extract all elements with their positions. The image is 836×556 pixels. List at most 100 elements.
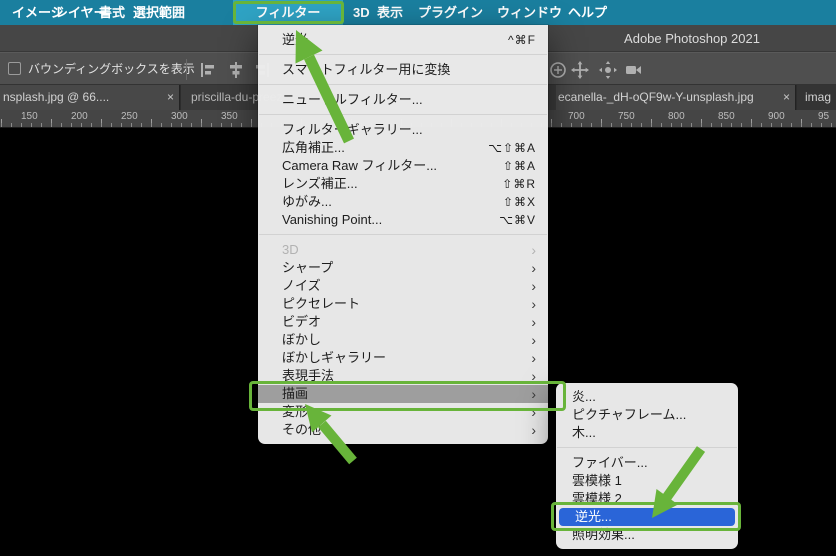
3d-pan-icon[interactable] <box>598 60 618 80</box>
menubar-item[interactable]: 表示 <box>377 0 403 25</box>
annotation-box-filter <box>233 1 344 24</box>
menubar-item[interactable]: 選択範囲 <box>133 0 185 25</box>
menu-item-label: ぼかし <box>282 332 322 347</box>
menubar-item[interactable]: ウィンドウ <box>497 0 562 25</box>
menu-item-shortcut: ⇧⌘A <box>502 159 536 173</box>
menu-item-label: ぼかしギャラリー <box>282 350 387 365</box>
menu-item[interactable]: ぼかし › <box>258 331 548 349</box>
bounding-box-checkbox[interactable] <box>8 62 21 75</box>
menu-item[interactable]: Vanishing Point... ⌥⌘V <box>258 211 548 229</box>
menu-separator <box>557 447 737 448</box>
menu-item[interactable]: ノイズ › <box>258 277 548 295</box>
menu-item-label: 3D <box>282 242 299 257</box>
menu-item-label: ピクセレート <box>282 296 361 311</box>
annotation-box-render <box>249 381 566 411</box>
ruler-number: 200 <box>71 111 88 122</box>
menu-item-shortcut: ⌥⇧⌘A <box>488 141 536 155</box>
document-tab[interactable]: imag <box>797 85 836 110</box>
submenu-arrow-icon: › <box>531 332 536 348</box>
menu-item[interactable]: ニューラルフィルター... <box>258 91 548 109</box>
menu-item[interactable]: ゆがみ... ⇧⌘X <box>258 193 548 211</box>
ruler-number: 250 <box>121 111 138 122</box>
menu-item-label: シャープ <box>282 260 334 275</box>
tab-title: ecanella-_dH-oQF9w-Y-unsplash.jpg <box>558 90 754 104</box>
document-tab-active[interactable]: ecanella-_dH-oQF9w-Y-unsplash.jpg × <box>556 85 796 110</box>
menubar-item[interactable]: プラグイン <box>418 0 483 25</box>
bounding-box-label: バウンディングボックスを表示 <box>28 62 195 76</box>
menu-item-label: ピクチャフレーム... <box>572 407 687 422</box>
submenu-arrow-icon: › <box>531 296 536 312</box>
menu-item[interactable]: 木... <box>556 424 738 442</box>
ruler-number: 900 <box>768 111 785 122</box>
menu-item[interactable]: レンズ補正... ⇧⌘R <box>258 175 548 193</box>
menu-item[interactable]: その他 › <box>258 421 548 439</box>
menu-item[interactable]: Camera Raw フィルター... ⇧⌘A <box>258 157 548 175</box>
menu-item-label: ノイズ <box>282 278 321 293</box>
menu-item[interactable]: ピクチャフレーム... <box>556 406 738 424</box>
menu-item-shortcut: ⇧⌘X <box>502 195 536 209</box>
annotation-box-lensflare <box>551 502 741 531</box>
menu-item-label: ゆがみ... <box>282 194 332 209</box>
menubar-item[interactable]: 書式 <box>99 0 125 25</box>
menu-item-label: フィルターギャラリー... <box>282 122 423 137</box>
menu-item-label: レンズ補正... <box>282 176 358 191</box>
tab-close-icon[interactable]: × <box>783 85 790 110</box>
3d-camera-icon[interactable] <box>624 60 644 80</box>
menu-item-label: 広角補正... <box>282 140 345 155</box>
menubar: イメージ レイヤー 書式 選択範囲 フィルター 3D 表示 プラグイン ウィンドウ ヘルプ <box>0 0 836 25</box>
menu-item-shortcut: ⇧⌘R <box>502 177 536 191</box>
menu-item-label: 木... <box>572 425 596 440</box>
menu-item[interactable]: ぼかしギャラリー › <box>258 349 548 367</box>
menu-item[interactable]: ピクセレート › <box>258 295 548 313</box>
ruler-number: 850 <box>718 111 735 122</box>
tab-close-icon[interactable]: × <box>167 85 174 110</box>
tab-title: nsplash.jpg @ 66.... <box>3 90 110 104</box>
menu-item[interactable]: 雲模様 1 <box>556 472 738 490</box>
menu-item-shortcut: ^⌘F <box>508 33 536 47</box>
menu-item[interactable]: スマートフィルター用に変換 <box>258 61 548 79</box>
toolbar-divider <box>186 59 187 80</box>
menu-item-label: Camera Raw フィルター... <box>282 158 438 173</box>
align-center-horizontal-icon[interactable] <box>226 60 246 80</box>
menu-item[interactable]: 逆光 ^⌘F <box>258 31 548 49</box>
submenu-arrow-icon: › <box>531 260 536 276</box>
menu-separator <box>259 54 547 55</box>
ruler-number: 800 <box>668 111 685 122</box>
menubar-item[interactable]: ヘルプ <box>568 0 607 25</box>
document-tab[interactable]: nsplash.jpg @ 66.... × <box>0 85 180 110</box>
submenu-arrow-icon: › <box>531 350 536 366</box>
menu-item-shortcut: ⌥⌘V <box>499 213 536 227</box>
menu-item-label: ビデオ <box>282 314 322 329</box>
menu-item-label: ニューラルフィルター... <box>282 92 423 107</box>
submenu-arrow-icon: › <box>531 314 536 330</box>
menu-item-label: スマートフィルター用に変換 <box>282 62 451 77</box>
menu-item-label: ファイバー... <box>572 455 648 470</box>
menubar-item[interactable]: 3D <box>353 0 370 25</box>
menu-item-label: 炎... <box>572 389 596 404</box>
menu-separator <box>259 114 547 115</box>
ruler-number: 150 <box>21 111 38 122</box>
ruler-number: 700 <box>568 111 585 122</box>
menu-item: 3D › <box>258 241 548 259</box>
ruler-number: 350 <box>221 111 238 122</box>
submenu-arrow-icon: › <box>531 278 536 294</box>
menu-item[interactable]: シャープ › <box>258 259 548 277</box>
menu-item-label: その他 <box>282 422 322 437</box>
menu-item[interactable]: ファイバー... <box>556 454 738 472</box>
ruler-number: 750 <box>618 111 635 122</box>
menu-item[interactable]: フィルターギャラリー... <box>258 121 548 139</box>
window-title: Adobe Photoshop 2021 <box>624 31 760 46</box>
align-left-icon[interactable] <box>198 60 218 80</box>
menu-item[interactable]: 炎... <box>556 388 738 406</box>
3d-move-icon[interactable] <box>570 60 590 80</box>
photoshop-window: イメージ レイヤー 書式 選択範囲 フィルター 3D 表示 プラグイン ウィンドウ ヘルプ Ado… <box>0 0 836 556</box>
3d-orbit-icon[interactable] <box>548 60 568 80</box>
menu-item[interactable]: 広角補正... ⌥⇧⌘A <box>258 139 548 157</box>
submenu-arrow-icon: › <box>531 242 536 258</box>
menu-item-label: 逆光 <box>282 32 309 47</box>
menu-item[interactable]: ビデオ › <box>258 313 548 331</box>
ruler-number: 300 <box>171 111 188 122</box>
ruler-number: 95 <box>818 111 830 122</box>
menu-separator <box>259 84 547 85</box>
menu-separator <box>259 234 547 235</box>
